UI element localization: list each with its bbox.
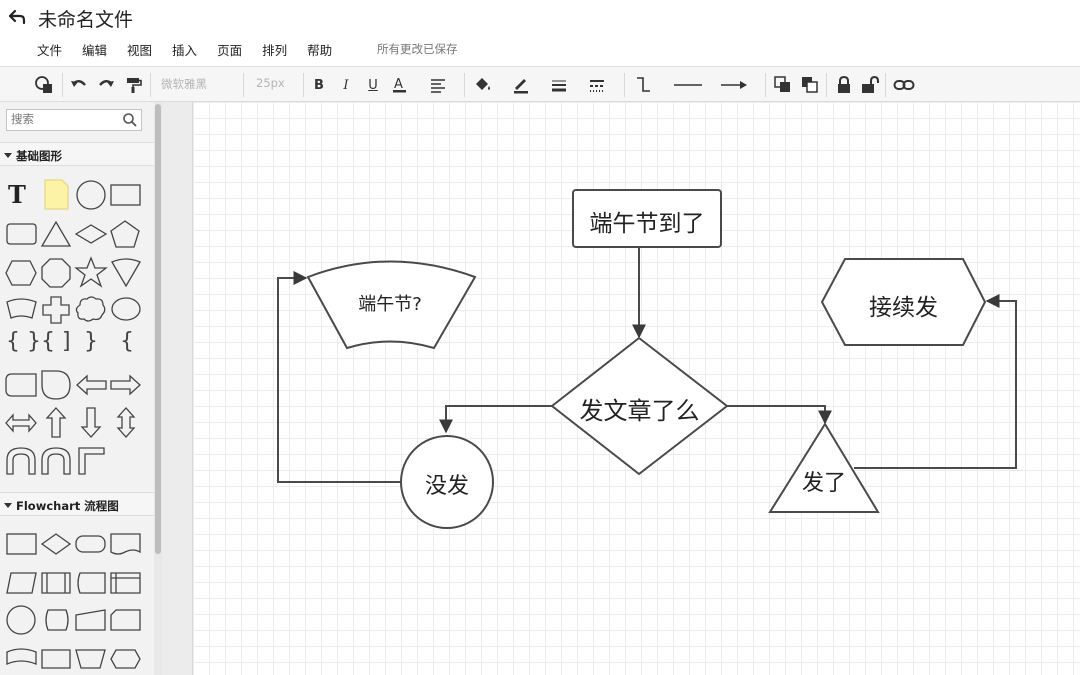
flow-tape: [6, 648, 37, 665]
shape-inverted-triangle: [111, 258, 141, 288]
shape-left-brace: {: [120, 329, 134, 354]
menu-file[interactable]: 文件: [37, 40, 62, 59]
flow-stored-data: [77, 572, 106, 594]
line-style-icon[interactable]: [587, 75, 607, 95]
node-no[interactable]: [400, 435, 494, 529]
basic-shapes-grid[interactable]: T { }{ ]} {: [0, 172, 154, 490]
menu-bar: 文件 编辑 视图 插入 页面 排列 帮助: [37, 40, 352, 59]
shape-triangle: [40, 220, 72, 247]
shape-pentagon: [110, 220, 140, 248]
back-arrow-icon[interactable]: [6, 6, 28, 28]
flow-direct-data: [45, 609, 69, 631]
flow-terminator: [75, 535, 106, 553]
menu-insert[interactable]: 插入: [172, 40, 197, 59]
line-width-icon[interactable]: [549, 75, 569, 95]
shape-cross: [42, 296, 70, 324]
shape-text: T: [8, 180, 26, 209]
format-painter-icon[interactable]: [123, 75, 143, 95]
section-basic-shapes-label: 基础图形: [16, 149, 62, 163]
svg-text:A: A: [394, 77, 403, 92]
shape-corner: [78, 447, 105, 475]
link-icon[interactable]: [893, 75, 915, 95]
bold-icon[interactable]: B: [309, 75, 329, 95]
flow-preparation: [110, 649, 141, 669]
shape-up-arrow: [45, 407, 67, 438]
align-icon[interactable]: [428, 75, 448, 95]
flow-decision: [40, 533, 72, 555]
node-start[interactable]: [572, 189, 722, 248]
shape-down-arrow: [80, 407, 102, 438]
flow-card: [110, 609, 141, 631]
shape-delay-left: [5, 373, 37, 397]
shape-right-arrow: [110, 374, 141, 396]
flow-alternate-process: [41, 649, 71, 669]
font-color-icon[interactable]: A: [390, 75, 410, 95]
line-type-icon[interactable]: [673, 75, 703, 95]
redo-icon[interactable]: [96, 75, 116, 95]
section-basic-shapes[interactable]: 基础图形: [0, 142, 154, 166]
shape-hexagon: [5, 260, 37, 286]
sidebar-scrollbar-thumb[interactable]: [155, 104, 161, 554]
italic-icon[interactable]: I: [336, 75, 356, 95]
menu-arrange[interactable]: 排列: [262, 40, 287, 59]
font-size-select[interactable]: 25px: [256, 76, 285, 90]
menu-view[interactable]: 视图: [127, 40, 152, 59]
arrow-icon[interactable]: [720, 75, 748, 95]
flow-predefined-process: [41, 572, 71, 594]
menu-help[interactable]: 帮助: [307, 40, 332, 59]
shape-u-turn: [6, 447, 36, 475]
shape-arch: [41, 447, 71, 475]
fill-color-icon[interactable]: [473, 75, 493, 95]
shape-ellipse: [111, 297, 141, 321]
send-back-icon[interactable]: [800, 75, 820, 95]
flow-data: [6, 572, 37, 594]
search-icon[interactable]: [122, 112, 138, 128]
shape-circle: [76, 180, 106, 210]
undo-icon[interactable]: [69, 75, 89, 95]
title-bar: 未命名文件 文件 编辑 视图 插入 页面 排列 帮助 所有更改已保存: [0, 0, 1080, 66]
shape-brackets: ]: [62, 329, 71, 354]
svg-text:T: T: [8, 180, 26, 209]
flow-connector: [6, 605, 36, 635]
toolbar: 微软雅黑 25px B I U A: [0, 66, 1080, 155]
flow-internal-storage: [110, 572, 141, 594]
node-continue[interactable]: [820, 258, 987, 346]
shape-diamond: [74, 224, 108, 244]
section-flowchart-label: Flowchart 流程图: [16, 499, 119, 513]
lock-icon[interactable]: [834, 75, 854, 95]
document-title[interactable]: 未命名文件: [38, 5, 133, 32]
shape-left-arrow: [76, 374, 107, 396]
flow-manual-input: [75, 609, 106, 631]
shape-manual-input: [6, 298, 37, 319]
menu-edit[interactable]: 编辑: [82, 40, 107, 59]
shape-rectangle: [110, 184, 141, 206]
shape-library-sidebar: 基础图形 T: [0, 102, 162, 675]
shape-note: [44, 179, 69, 210]
shape-drop: [41, 370, 71, 400]
section-flowchart[interactable]: Flowchart 流程图: [0, 492, 154, 516]
shape-up-down-arrow: [116, 407, 136, 438]
flowchart-shapes-grid[interactable]: [0, 522, 154, 675]
connector-style-icon[interactable]: [634, 75, 654, 95]
shape-cloud: [75, 296, 106, 322]
shape-octagon: [41, 258, 71, 288]
shape-star: [74, 256, 108, 288]
shape-braces: { }{: [6, 329, 55, 354]
underline-icon[interactable]: U: [363, 75, 383, 95]
flow-manual-operation: [75, 649, 106, 669]
shape-left-right-arrow: [5, 413, 37, 433]
menu-page[interactable]: 页面: [217, 40, 242, 59]
shape-right-brace: }: [84, 329, 98, 354]
flow-document: [110, 533, 141, 555]
unlock-icon[interactable]: [860, 75, 880, 95]
app-window: 未命名文件 文件 编辑 视图 插入 页面 排列 帮助 所有更改已保存 微软雅黑: [0, 0, 1080, 675]
shape-rounded-rect: [6, 223, 37, 245]
flow-process: [6, 533, 37, 555]
save-status: 所有更改已保存: [377, 42, 458, 56]
line-color-icon[interactable]: [511, 75, 531, 95]
bring-front-icon[interactable]: [773, 75, 793, 95]
shapes-icon[interactable]: [34, 75, 54, 95]
font-family-select[interactable]: 微软雅黑: [161, 76, 207, 92]
